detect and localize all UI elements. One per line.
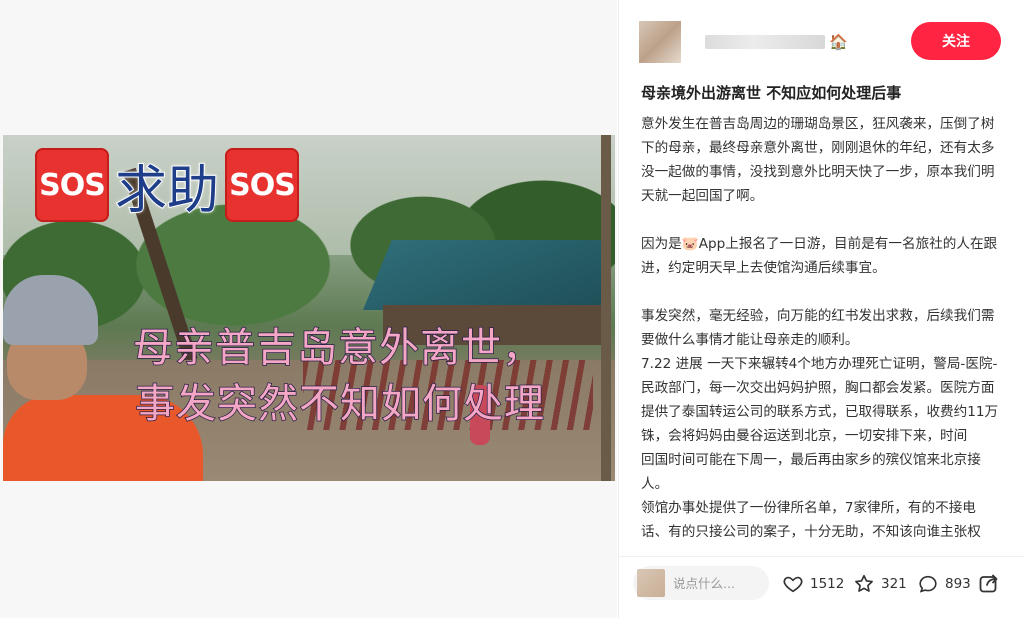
sos-badge-left: SOS [35,148,109,222]
comment-button[interactable]: 893 [917,573,971,595]
user-avatar [637,569,665,597]
post-title: 母亲境外出游离世 不知应如何处理后事 [641,84,902,102]
follow-button[interactable]: 关注 [911,22,1001,60]
post-detail-panel: 🏠 关注 母亲境外出游离世 不知应如何处理后事 意外发生在普吉岛周边的珊瑚岛景区… [618,0,1024,618]
post-paragraph: 意外发生在普吉岛周边的珊瑚岛景区，狂风袭来，压倒了树下的母亲，最终母亲意外离世，… [641,116,995,204]
comment-box[interactable] [633,566,769,600]
post-paragraph: 因为是🐷App上报名了一日游，目前是有一名旅社的人在跟进，约定明天早上去使馆沟通… [641,236,998,276]
collect-button[interactable]: 321 [853,573,907,595]
sos-caption: SOS 求助 SOS [35,147,300,223]
post-paragraph: 7.22 进展 一天下来辗转4个地方办理死亡证明，警局-医院-民政部门，每一次交… [641,356,999,444]
author-avatar[interactable] [639,21,681,63]
media-area: SOS 求助 SOS 母亲普吉岛意外离世， 事发突然不知如何处理 [0,0,617,618]
sos-help-text: 求助 [114,160,220,222]
image-pole [601,135,611,481]
post-detail-window: SOS 求助 SOS 母亲普吉岛意外离世， 事发突然不知如何处理 🏠 关注 母亲… [0,0,1024,618]
like-count: 1512 [810,576,845,592]
post-paragraph: 领馆办事处提供了一份律所名单，7家律所，有的不接电话、有的只接公司的案子，十分无… [641,500,981,540]
like-button[interactable]: 1512 [782,573,844,595]
engagement-bar: 1512 321 893 [619,556,1024,613]
author-name-blurred[interactable] [705,35,825,49]
post-body: 意外发生在普吉岛周边的珊瑚岛景区，狂风袭来，压倒了树下的母亲，最终母亲意外离世，… [641,112,1003,548]
comment-input[interactable] [671,574,765,592]
post-image[interactable]: SOS 求助 SOS 母亲普吉岛意外离世， 事发突然不知如何处理 [3,135,615,481]
overlay-text-line-2: 事发突然不知如何处理 [134,380,545,428]
image-person-cap [3,275,98,345]
image-roof [363,240,603,310]
post-paragraph: 事发突然，毫无经验，向万能的红书发出求救，后续我们需要做什么事情才能让母亲走的顺… [641,308,995,348]
comment-count: 893 [945,576,971,592]
share-button[interactable] [977,571,1001,595]
author-info[interactable]: 🏠 [639,21,848,63]
post-paragraph: 回国时间可能在下周一，最后再由家乡的殡仪馆来北京接人。 [641,452,981,492]
sos-badge-right: SOS [225,148,300,222]
star-icon [855,574,873,592]
collect-count: 321 [881,576,907,592]
overlay-text-line-1: 母亲普吉岛意外离世， [132,324,543,372]
comment-icon [919,575,937,593]
heart-icon [783,576,803,593]
house-icon: 🏠 [829,33,848,51]
share-icon [979,574,998,593]
